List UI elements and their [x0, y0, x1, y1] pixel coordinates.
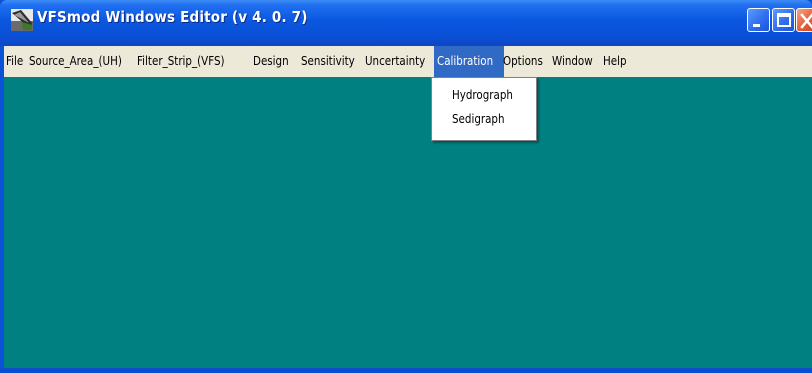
menu-item-sedigraph[interactable]: Sedigraph	[452, 108, 505, 130]
minimize-icon	[753, 24, 760, 27]
window-bottom-border	[0, 368, 812, 373]
minimize-button[interactable]	[747, 8, 770, 32]
app-window: VFSmod Windows Editor (v 4. 0. 7) File S…	[0, 0, 812, 373]
menu-window[interactable]: Window	[552, 46, 593, 77]
menu-options[interactable]: Options	[503, 46, 543, 77]
menu-filter-strip[interactable]: Filter_Strip_(VFS)	[137, 46, 225, 77]
menu-source-area[interactable]: Source_Area_(UH)	[29, 46, 122, 77]
menu-design[interactable]: Design	[253, 46, 289, 77]
menu-calibration[interactable]: Calibration	[437, 46, 493, 77]
close-button[interactable]	[796, 8, 812, 32]
vfsmod-app-icon	[11, 9, 33, 31]
menu-bar: File Source_Area_(UH) Filter_Strip_(VFS)…	[4, 46, 812, 77]
maximize-icon	[777, 13, 791, 27]
window-title: VFSmod Windows Editor (v 4. 0. 7)	[37, 8, 308, 26]
maximize-button[interactable]	[772, 8, 795, 32]
title-bar[interactable]: VFSmod Windows Editor (v 4. 0. 7)	[0, 0, 812, 46]
menu-sensitivity[interactable]: Sensitivity	[301, 46, 355, 77]
calibration-dropdown-menu: Hydrograph Sedigraph	[431, 77, 537, 141]
menu-help[interactable]: Help	[603, 46, 627, 77]
menu-uncertainty[interactable]: Uncertainty	[365, 46, 425, 77]
menu-file[interactable]: File	[6, 46, 23, 77]
menu-item-hydrograph[interactable]: Hydrograph	[452, 84, 513, 106]
mdi-client-area[interactable]	[4, 77, 812, 368]
close-icon	[800, 13, 812, 29]
